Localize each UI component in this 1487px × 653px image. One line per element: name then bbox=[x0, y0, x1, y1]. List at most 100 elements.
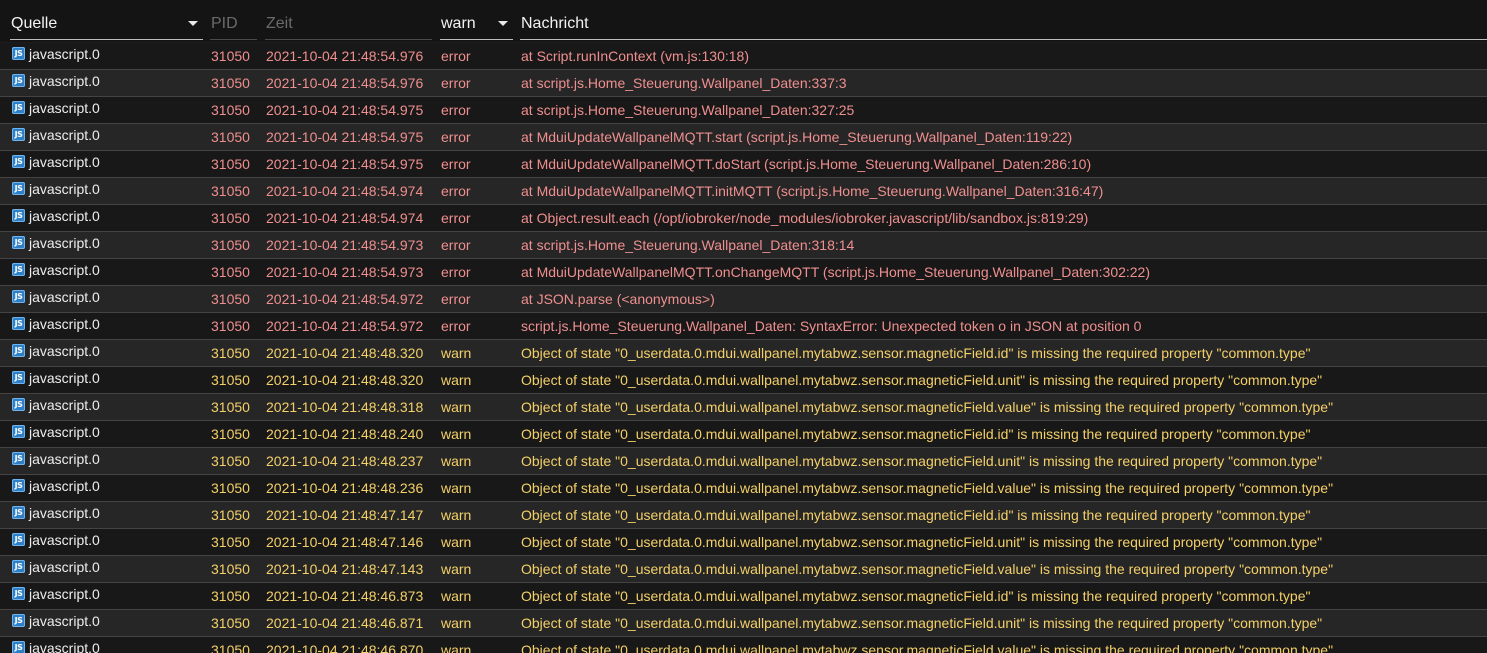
log-message: Object of state "0_userdata.0.mdui.wallp… bbox=[521, 480, 1334, 496]
log-source: javascript.0 bbox=[29, 73, 100, 89]
log-message: Object of state "0_userdata.0.mdui.wallp… bbox=[521, 345, 1311, 361]
severity-filter-select[interactable]: warn bbox=[440, 0, 513, 40]
log-severity: warn bbox=[441, 507, 472, 523]
log-source: javascript.0 bbox=[29, 451, 100, 467]
time-filter-input[interactable]: Zeit bbox=[265, 0, 432, 40]
log-time: 2021-10-04 21:48:54.976 bbox=[266, 48, 424, 64]
javascript-icon: JS bbox=[12, 560, 25, 573]
javascript-icon: JS bbox=[12, 47, 25, 60]
log-row[interactable]: JS javascript.0 31050 2021-10-04 21:48:54.9… bbox=[0, 70, 1487, 97]
log-severity: error bbox=[441, 210, 471, 226]
log-time: 2021-10-04 21:48:46.873 bbox=[266, 588, 424, 604]
log-row[interactable]: JS javascript.0 31050 2021-10-04 21:48:46.8… bbox=[0, 583, 1487, 610]
log-severity: error bbox=[441, 291, 471, 307]
log-message: at MduiUpdateWallpanelMQTT.onChangeMQTT … bbox=[521, 264, 1151, 280]
pid-filter-input[interactable]: PID bbox=[210, 0, 257, 40]
javascript-icon: JS bbox=[12, 452, 25, 465]
log-row[interactable]: JS javascript.0 31050 2021-10-04 21:48:46.8… bbox=[0, 637, 1487, 653]
log-row[interactable]: JS javascript.0 31050 2021-10-04 21:48:48.3… bbox=[0, 367, 1487, 394]
log-message: Object of state "0_userdata.0.mdui.wallp… bbox=[521, 534, 1323, 550]
severity-filter-value: warn bbox=[441, 15, 476, 32]
log-row[interactable]: JS javascript.0 31050 2021-10-04 21:48:54.9… bbox=[0, 286, 1487, 313]
log-pid: 31050 bbox=[211, 480, 250, 496]
log-row[interactable]: JS javascript.0 31050 2021-10-04 21:48:54.9… bbox=[0, 97, 1487, 124]
javascript-icon: JS bbox=[12, 344, 25, 357]
log-row[interactable]: JS javascript.0 31050 2021-10-04 21:48:54.9… bbox=[0, 178, 1487, 205]
log-row[interactable]: JS javascript.0 31050 2021-10-04 21:48:54.9… bbox=[0, 205, 1487, 232]
log-severity: warn bbox=[441, 588, 472, 604]
log-pid: 31050 bbox=[211, 156, 250, 172]
log-source: javascript.0 bbox=[29, 127, 100, 143]
javascript-icon: JS bbox=[12, 398, 25, 411]
log-row[interactable]: JS javascript.0 31050 2021-10-04 21:48:46.8… bbox=[0, 610, 1487, 637]
javascript-icon: JS bbox=[12, 425, 25, 438]
log-row[interactable]: JS javascript.0 31050 2021-10-04 21:48:48.3… bbox=[0, 394, 1487, 421]
log-pid: 31050 bbox=[211, 399, 250, 415]
log-row[interactable]: JS javascript.0 31050 2021-10-04 21:48:54.9… bbox=[0, 259, 1487, 286]
log-message: at MduiUpdateWallpanelMQTT.initMQTT (scr… bbox=[521, 183, 1104, 199]
javascript-icon: JS bbox=[12, 182, 25, 195]
log-message: Object of state "0_userdata.0.mdui.wallp… bbox=[521, 615, 1323, 631]
log-source: javascript.0 bbox=[29, 262, 100, 278]
log-time: 2021-10-04 21:48:47.147 bbox=[266, 507, 424, 523]
log-time: 2021-10-04 21:48:54.974 bbox=[266, 210, 424, 226]
log-severity: error bbox=[441, 129, 471, 145]
log-severity: error bbox=[441, 156, 471, 172]
log-time: 2021-10-04 21:48:54.975 bbox=[266, 129, 424, 145]
log-message: Object of state "0_userdata.0.mdui.wallp… bbox=[521, 642, 1334, 653]
log-time: 2021-10-04 21:48:48.320 bbox=[266, 345, 424, 361]
log-pid: 31050 bbox=[211, 210, 250, 226]
log-source: javascript.0 bbox=[29, 316, 100, 332]
log-pid: 31050 bbox=[211, 183, 250, 199]
log-source: javascript.0 bbox=[29, 370, 100, 386]
log-message: script.js.Home_Steuerung.Wallpanel_Daten… bbox=[521, 318, 1142, 334]
log-time: 2021-10-04 21:48:48.236 bbox=[266, 480, 424, 496]
log-time: 2021-10-04 21:48:54.972 bbox=[266, 318, 424, 334]
log-row[interactable]: JS javascript.0 31050 2021-10-04 21:48:48.2… bbox=[0, 448, 1487, 475]
javascript-icon: JS bbox=[12, 587, 25, 600]
log-pid: 31050 bbox=[211, 642, 250, 653]
log-severity: error bbox=[441, 264, 471, 280]
log-severity: warn bbox=[441, 642, 472, 653]
log-message: at JSON.parse (<anonymous>) bbox=[521, 291, 715, 307]
javascript-icon: JS bbox=[12, 128, 25, 141]
log-row[interactable]: JS javascript.0 31050 2021-10-04 21:48:54.9… bbox=[0, 43, 1487, 70]
log-severity: error bbox=[441, 183, 471, 199]
log-row[interactable]: JS javascript.0 31050 2021-10-04 21:48:48.2… bbox=[0, 475, 1487, 502]
javascript-icon: JS bbox=[12, 263, 25, 276]
chevron-down-icon[interactable] bbox=[188, 21, 198, 26]
message-filter-input[interactable]: Nachricht bbox=[520, 0, 1487, 40]
log-row[interactable]: JS javascript.0 31050 2021-10-04 21:48:54.9… bbox=[0, 313, 1487, 340]
chevron-down-icon[interactable] bbox=[498, 21, 508, 26]
log-pid: 31050 bbox=[211, 48, 250, 64]
log-table: JS javascript.0 31050 2021-10-04 21:48:54.9… bbox=[0, 43, 1487, 653]
log-row[interactable]: JS javascript.0 31050 2021-10-04 21:48:54.9… bbox=[0, 151, 1487, 178]
log-source: javascript.0 bbox=[29, 46, 100, 62]
log-time: 2021-10-04 21:48:48.318 bbox=[266, 399, 424, 415]
log-row[interactable]: JS javascript.0 31050 2021-10-04 21:48:54.9… bbox=[0, 124, 1487, 151]
log-row[interactable]: JS javascript.0 31050 2021-10-04 21:48:47.1… bbox=[0, 556, 1487, 583]
log-time: 2021-10-04 21:48:54.972 bbox=[266, 291, 424, 307]
log-source: javascript.0 bbox=[29, 289, 100, 305]
javascript-icon: JS bbox=[12, 371, 25, 384]
log-severity: error bbox=[441, 318, 471, 334]
log-row[interactable]: JS javascript.0 31050 2021-10-04 21:48:54.9… bbox=[0, 232, 1487, 259]
log-pid: 31050 bbox=[211, 588, 250, 604]
log-row[interactable]: JS javascript.0 31050 2021-10-04 21:48:48.3… bbox=[0, 340, 1487, 367]
log-time: 2021-10-04 21:48:48.320 bbox=[266, 372, 424, 388]
log-time: 2021-10-04 21:48:54.973 bbox=[266, 264, 424, 280]
javascript-icon: JS bbox=[12, 317, 25, 330]
log-source: javascript.0 bbox=[29, 559, 100, 575]
log-row[interactable]: JS javascript.0 31050 2021-10-04 21:48:48.2… bbox=[0, 421, 1487, 448]
log-time: 2021-10-04 21:48:48.240 bbox=[266, 426, 424, 442]
time-filter-placeholder: Zeit bbox=[266, 15, 293, 32]
log-message: Object of state "0_userdata.0.mdui.wallp… bbox=[521, 507, 1311, 523]
javascript-icon: JS bbox=[12, 506, 25, 519]
log-row[interactable]: JS javascript.0 31050 2021-10-04 21:48:47.1… bbox=[0, 529, 1487, 556]
log-severity: warn bbox=[441, 561, 472, 577]
source-filter-select[interactable]: Quelle bbox=[10, 0, 203, 40]
javascript-icon: JS bbox=[12, 74, 25, 87]
log-pid: 31050 bbox=[211, 75, 250, 91]
log-row[interactable]: JS javascript.0 31050 2021-10-04 21:48:47.1… bbox=[0, 502, 1487, 529]
log-pid: 31050 bbox=[211, 237, 250, 253]
